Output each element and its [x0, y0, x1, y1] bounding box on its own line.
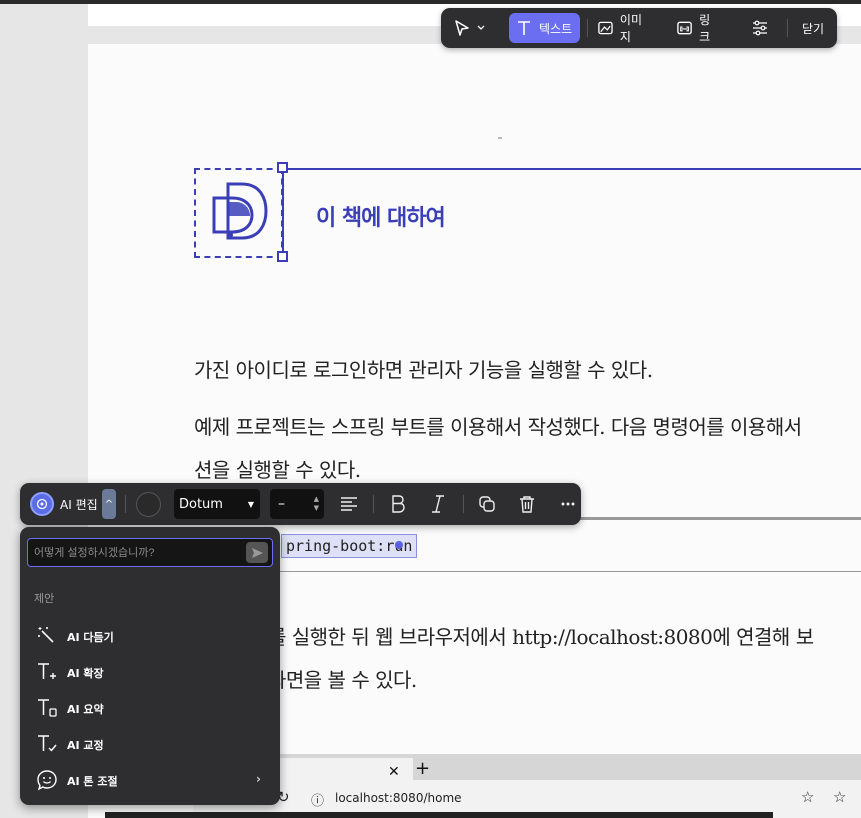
trash-icon: [520, 496, 534, 513]
paragraph-3-line-2[interactable]: 화면을 볼 수 있다.: [268, 664, 417, 693]
favorites-icon: ☆: [833, 788, 847, 806]
ai-panel-toggle[interactable]: ^: [102, 489, 116, 519]
code-block-bottom-rule: [280, 571, 861, 572]
send-button[interactable]: [246, 542, 268, 563]
more-icon: [561, 502, 575, 506]
text-format-toolbar: AI 편집 ^ Dotum ▼ – ▲ ▼: [20, 483, 581, 525]
send-icon: [251, 547, 263, 558]
page-bottom-edge: [105, 812, 773, 818]
ai-prompt-input[interactable]: [27, 538, 273, 567]
ai-proofread-item[interactable]: AI 교정: [20, 729, 280, 759]
text-color-picker[interactable]: [136, 492, 161, 517]
chevron-right-icon: ›: [256, 772, 261, 786]
font-size-value: –: [278, 496, 285, 512]
browser-tab-bar: ㅏ ✕ +: [193, 754, 861, 780]
text-check-icon: [38, 735, 57, 752]
paragraph-2-line-2[interactable]: 션을 실행할 수 있다.: [194, 454, 361, 483]
link-tool-button[interactable]: 링크: [670, 13, 726, 44]
text-selection-handle[interactable]: [395, 541, 403, 549]
image-tool-label: 이미지: [619, 13, 642, 44]
cursor-icon: [455, 20, 469, 36]
font-size-stepper[interactable]: – ▲ ▼: [270, 489, 324, 519]
edit-mode-toolbar: 텍스트 이미지 링크 닫기: [441, 8, 837, 48]
font-family-select[interactable]: Dotum ▼: [174, 489, 260, 519]
star-add-icon: ☆: [801, 788, 815, 806]
close-icon: ✕: [388, 764, 400, 780]
link-icon: [677, 21, 692, 35]
duplicate-button[interactable]: [475, 492, 499, 516]
browser-url: localhost:8080/home: [335, 791, 462, 805]
ai-expand-item[interactable]: AI 확장: [20, 657, 280, 687]
align-left-icon: [341, 497, 357, 511]
paragraph-2-line-1[interactable]: 예제 프로젝트는 스프링 부트를 이용해서 작성했다. 다음 명령어를 이용해서: [194, 411, 802, 440]
ai-polish-item[interactable]: AI 다듬기: [20, 621, 280, 651]
toolbar-divider: [463, 495, 464, 513]
chevron-down-icon: [477, 25, 485, 30]
image-icon: [598, 21, 613, 35]
align-button[interactable]: [337, 492, 361, 516]
ai-tone-item[interactable]: AI 톤 조절 ›: [20, 765, 280, 795]
text-summarize-icon: [38, 699, 57, 717]
page-speck: [498, 137, 502, 139]
sliders-icon: [753, 20, 767, 36]
select-tool-button[interactable]: [447, 13, 495, 43]
chapter-title: 이 책에 대하여: [316, 206, 446, 231]
text-expand-icon: [38, 663, 56, 679]
info-icon: ⓘ: [311, 794, 325, 809]
settings-tool-button[interactable]: [745, 13, 779, 43]
toolbar-divider: [373, 495, 374, 513]
image-tool-button[interactable]: 이미지: [591, 13, 657, 44]
ai-expand-label: AI 확장: [67, 667, 104, 680]
spinner-arrows-icon[interactable]: ▲ ▼: [314, 495, 319, 513]
font-family-value: Dotum: [179, 496, 223, 512]
toolbar-divider: [125, 495, 126, 513]
ai-summarize-item[interactable]: AI 요약: [20, 693, 280, 723]
chevron-up-icon: ^: [104, 498, 114, 510]
close-edit-button[interactable]: 닫기: [796, 13, 832, 43]
bold-button[interactable]: [386, 492, 410, 516]
link-tool-label: 링크: [699, 13, 711, 44]
ai-sparkle-icon: [36, 498, 48, 510]
delete-button[interactable]: [515, 492, 539, 516]
image-selection-edge: [282, 168, 284, 257]
copy-icon: [479, 496, 495, 512]
chapter-logo-icon[interactable]: [208, 180, 274, 246]
text-tool-label: 텍스트: [539, 21, 573, 36]
ai-polish-label: AI 다듬기: [67, 631, 114, 644]
ai-edit-label[interactable]: AI 편집: [60, 496, 98, 513]
plus-icon: +: [415, 758, 431, 779]
magic-wand-icon: [38, 627, 54, 643]
paragraph-3-line-1[interactable]: 를 실행한 뒤 웹 브라우저에서 http://localhost:8080에 …: [268, 621, 814, 650]
ai-tone-label: AI 톤 조절: [67, 775, 118, 788]
ai-edit-panel: 제안 AI 다듬기 AI 확장 AI 요약 AI 교정 AI 톤 조절 ›: [20, 527, 280, 805]
text-icon: [518, 21, 530, 35]
suggestions-heading: 제안: [34, 592, 55, 605]
paragraph-1[interactable]: 가진 아이디로 로그인하면 관리자 기능을 실행할 수 있다.: [194, 354, 653, 383]
ai-proofread-label: AI 교정: [67, 739, 104, 752]
italic-icon: [432, 495, 444, 513]
smile-icon: [37, 770, 57, 791]
bold-icon: [392, 495, 405, 513]
toolbar-divider: [787, 19, 788, 37]
caret-down-icon: ▼: [247, 500, 254, 509]
embedded-browser-screenshot: ㅏ ✕ + ↻ ⓘ localhost:8080/home ☆ ☆: [193, 754, 861, 818]
close-edit-label: 닫기: [802, 21, 825, 36]
resize-handle-bottom-right[interactable]: [277, 251, 288, 262]
text-tool-button[interactable]: 텍스트: [509, 13, 580, 43]
ai-edit-icon[interactable]: [30, 492, 54, 516]
ai-summarize-label: AI 요약: [67, 703, 104, 716]
italic-button[interactable]: [426, 492, 450, 516]
chapter-header-rule: [283, 168, 861, 170]
resize-handle-top-right[interactable]: [277, 162, 288, 173]
more-options-button[interactable]: [560, 492, 576, 516]
toolbar-divider: [587, 19, 588, 37]
